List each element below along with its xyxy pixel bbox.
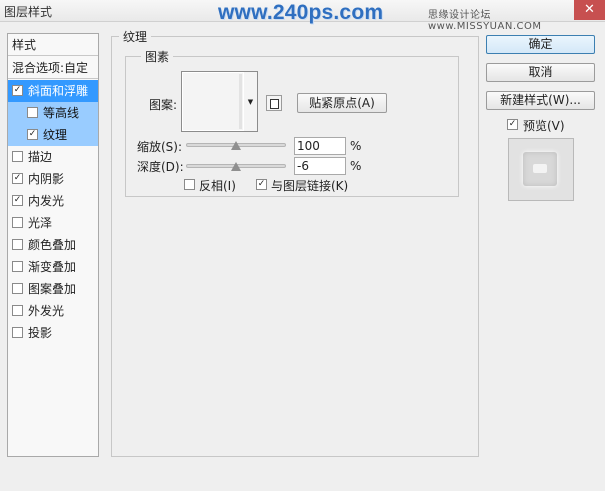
pattern-picker-dropdown[interactable]: ▼ [244, 71, 258, 132]
style-list: 样式 混合选项:自定 ✓ 斜面和浮雕 等高线 ✓ 纹理 描边 ✓ 内阴影 ✓ 内… [7, 33, 99, 457]
scale-slider-thumb[interactable] [231, 141, 241, 150]
ok-button[interactable]: 确定 [486, 35, 595, 54]
stroke-checkbox[interactable] [12, 151, 23, 162]
style-item-label: 外发光 [28, 304, 65, 318]
satin-checkbox[interactable] [12, 217, 23, 228]
style-item-outer-glow[interactable]: 外发光 [8, 300, 98, 322]
scale-label: 缩放(S): [137, 140, 183, 154]
window-title: 图层样式 [4, 5, 53, 19]
drop-shadow-checkbox[interactable] [12, 327, 23, 338]
chevron-down-icon: ▼ [247, 98, 254, 106]
depth-slider-thumb[interactable] [231, 162, 241, 171]
style-item-texture[interactable]: ✓ 纹理 [8, 124, 98, 146]
invert-checkbox[interactable] [184, 179, 195, 190]
style-item-color-overlay[interactable]: 颜色叠加 [8, 234, 98, 256]
pattern-label: 图案: [149, 98, 178, 112]
color-overlay-checkbox[interactable] [12, 239, 23, 250]
style-item-label: 纹理 [43, 128, 68, 142]
cancel-button[interactable]: 取消 [486, 63, 595, 82]
watermark: www.240ps.com [218, 1, 384, 24]
snap-to-origin-button[interactable]: 贴紧原点(A) [297, 93, 387, 113]
texture-group-title: 纹理 [119, 28, 152, 45]
preview-checkbox[interactable]: ✓ [507, 119, 518, 130]
style-item-label: 等高线 [43, 106, 80, 120]
style-item-pattern-overlay[interactable]: 图案叠加 [8, 278, 98, 300]
style-item-stroke[interactable]: 描边 [8, 146, 98, 168]
style-item-satin[interactable]: 光泽 [8, 212, 98, 234]
style-item-gradient-overlay[interactable]: 渐变叠加 [8, 256, 98, 278]
blend-options-item[interactable]: 混合选项:自定 [8, 57, 98, 79]
style-item-label: 内发光 [28, 194, 65, 208]
style-item-label: 描边 [28, 150, 53, 164]
pattern-group [125, 56, 459, 197]
contour-checkbox[interactable] [27, 107, 38, 118]
bevel-emboss-checkbox[interactable]: ✓ [12, 85, 23, 96]
link-with-layer-label: 与图层链接(K) [271, 179, 349, 193]
pattern-overlay-checkbox[interactable] [12, 283, 23, 294]
style-item-label: 渐变叠加 [28, 260, 77, 274]
pattern-swatch[interactable] [181, 71, 245, 132]
style-item-label: 斜面和浮雕 [28, 84, 89, 98]
new-style-button[interactable]: 新建样式(W)... [486, 91, 595, 110]
link-with-layer-checkbox[interactable]: ✓ [256, 179, 267, 190]
style-item-label: 光泽 [28, 216, 53, 230]
new-preset-icon[interactable] [266, 95, 282, 111]
depth-label: 深度(D): [137, 160, 184, 174]
depth-unit: % [350, 159, 362, 173]
outer-glow-checkbox[interactable] [12, 305, 23, 316]
style-list-header[interactable]: 样式 [8, 34, 98, 56]
close-icon: ✕ [584, 2, 595, 17]
inner-shadow-checkbox[interactable]: ✓ [12, 173, 23, 184]
pattern-group-title: 图素 [141, 48, 174, 65]
style-item-inner-glow[interactable]: ✓ 内发光 [8, 190, 98, 212]
style-item-contour[interactable]: 等高线 [8, 102, 98, 124]
preview-label: 预览(V) [523, 119, 565, 133]
scale-input[interactable]: 100 [294, 137, 346, 155]
inner-glow-checkbox[interactable]: ✓ [12, 195, 23, 206]
invert-label: 反相(I) [199, 179, 236, 193]
style-item-label: 图案叠加 [28, 282, 77, 296]
style-item-bevel-emboss[interactable]: ✓ 斜面和浮雕 [8, 80, 98, 102]
style-item-label: 内阴影 [28, 172, 65, 186]
close-button[interactable]: ✕ [574, 0, 605, 20]
texture-checkbox[interactable]: ✓ [27, 129, 38, 140]
gradient-overlay-checkbox[interactable] [12, 261, 23, 272]
style-item-label: 颜色叠加 [28, 238, 77, 252]
style-item-label: 投影 [28, 326, 53, 340]
style-item-inner-shadow[interactable]: ✓ 内阴影 [8, 168, 98, 190]
depth-input[interactable]: -6 [294, 157, 346, 175]
preview-shape [523, 152, 557, 186]
scale-unit: % [350, 139, 362, 153]
style-item-drop-shadow[interactable]: 投影 [8, 322, 98, 344]
